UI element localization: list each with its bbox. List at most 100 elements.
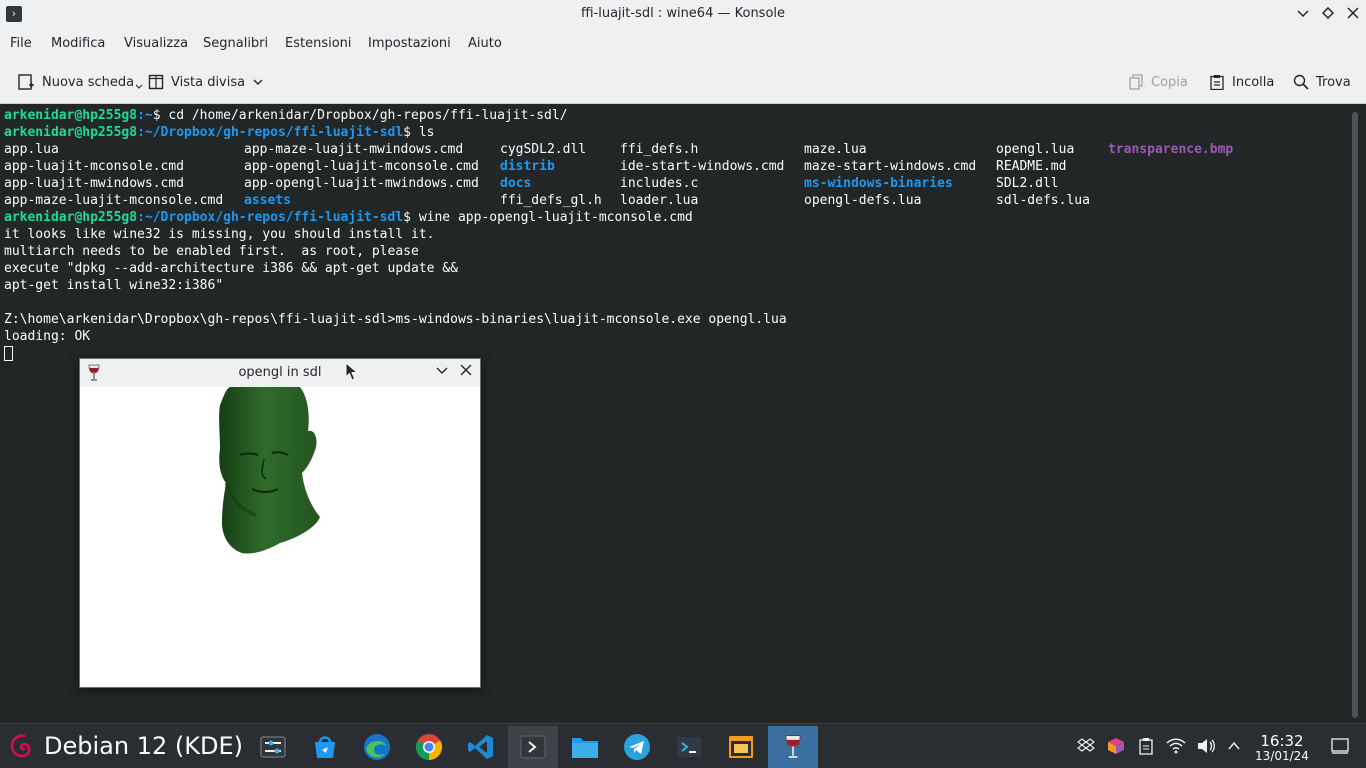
- ls-entry-dir: docs: [500, 176, 532, 191]
- ls-entry: app-opengl-luajit-mwindows.cmd: [244, 176, 479, 191]
- task-chrome[interactable]: [404, 726, 454, 768]
- terminal-line: execute "dpkg --add-architecture i386 &&…: [4, 261, 458, 276]
- ls-entry: ffi_defs_gl.h: [500, 193, 602, 208]
- paste-icon: [1210, 75, 1224, 90]
- menu-impostazioni[interactable]: Impostazioni: [368, 36, 451, 51]
- app-window-icon: [729, 736, 753, 758]
- ls-entry: includes.c: [620, 176, 699, 191]
- ls-entry: sdl-defs.lua: [996, 193, 1090, 208]
- task-telegram[interactable]: [612, 726, 662, 768]
- vscode-icon: [468, 735, 493, 759]
- task-settings[interactable]: [248, 726, 298, 768]
- taskbar: Debian 12 (KDE) 16:32 13/01/24: [0, 723, 1366, 768]
- terminal-cursor: [4, 346, 13, 361]
- window-titlebar[interactable]: › ffi-luajit-sdl : wine64 — Konsole: [0, 0, 1366, 30]
- show-desktop-icon: [1331, 738, 1349, 754]
- ls-entry: opengl.lua: [996, 142, 1075, 157]
- terminal-line: Z:\home\arkenidar\Dropbox\gh-repos\ffi-l…: [4, 312, 787, 327]
- task-files[interactable]: [560, 726, 610, 768]
- find-label: Trova: [1316, 74, 1351, 90]
- ls-entry: SDL2.dll: [996, 176, 1059, 191]
- ls-entry: app-luajit-mwindows.cmd: [4, 176, 185, 191]
- sdl-close-button[interactable]: [455, 362, 477, 384]
- terminal-line: apt-get install wine32:i386": [4, 278, 224, 293]
- wifi-icon: [1166, 738, 1186, 754]
- menu-modifica[interactable]: Modifica: [51, 36, 105, 51]
- chevron-down-icon: [436, 367, 448, 374]
- close-icon: [460, 364, 472, 376]
- task-konsole[interactable]: [508, 726, 558, 768]
- diamond-icon: [1321, 6, 1335, 20]
- clipboard-icon: [1139, 738, 1153, 755]
- head-model: [219, 387, 320, 554]
- ls-entry-dir: distrib: [500, 159, 555, 174]
- terminal-alt-icon: [677, 737, 701, 757]
- new-tab-button[interactable]: Nuova scheda: [17, 72, 143, 92]
- ls-entry-dir: assets: [244, 193, 291, 208]
- ls-entry: app.lua: [4, 142, 59, 157]
- tray-dropbox[interactable]: [1076, 736, 1096, 756]
- mouse-pointer-icon: [345, 362, 359, 381]
- split-view-icon: [148, 74, 164, 90]
- task-terminal-alt[interactable]: [664, 726, 714, 768]
- task-edge[interactable]: [352, 726, 402, 768]
- show-desktop-button[interactable]: [1330, 736, 1350, 756]
- task-wine-sdl[interactable]: [768, 726, 818, 768]
- copy-label: Copia: [1151, 74, 1188, 90]
- chevron-down-icon: [135, 84, 143, 89]
- close-icon: [1347, 7, 1359, 19]
- menu-file[interactable]: File: [10, 36, 32, 51]
- menu-segnalibri[interactable]: Segnalibri: [203, 36, 268, 51]
- chrome-icon: [415, 734, 443, 761]
- volume-icon: [1198, 739, 1215, 753]
- debian-swirl-icon[interactable]: [8, 732, 36, 760]
- sdl-window[interactable]: opengl in sdl: [79, 358, 481, 688]
- task-vscode[interactable]: [456, 726, 506, 768]
- ls-entry: app-maze-luajit-mconsole.cmd: [4, 193, 224, 208]
- telegram-icon: [624, 734, 650, 760]
- copy-icon: [1129, 74, 1143, 90]
- split-view-button[interactable]: Vista divisa: [148, 72, 264, 92]
- edge-icon: [364, 734, 390, 760]
- window-title: ffi-luajit-sdl : wine64 — Konsole: [580, 6, 786, 21]
- task-discover[interactable]: [300, 726, 350, 768]
- dropbox-icon: [1077, 738, 1095, 752]
- chevron-down-icon: [1297, 10, 1309, 18]
- clock-date[interactable]: 13/01/24: [1254, 749, 1310, 763]
- start-menu-label[interactable]: Debian 12 (KDE): [44, 732, 243, 760]
- clock-time[interactable]: 16:32: [1258, 732, 1306, 750]
- menu-bar: File Modifica Visualizza Segnalibri Este…: [0, 30, 1366, 58]
- ls-entry: maze-start-windows.cmd: [804, 159, 977, 174]
- ls-entry: app-maze-luajit-mwindows.cmd: [244, 142, 464, 157]
- terminal-scrollbar[interactable]: [1352, 112, 1358, 718]
- new-tab-label: Nuova scheda: [42, 74, 135, 90]
- menu-estensioni[interactable]: Estensioni: [285, 36, 352, 51]
- ls-entry-dir: ms-windows-binaries: [804, 176, 953, 191]
- find-button[interactable]: Trova: [1293, 72, 1351, 92]
- chevron-up-icon: [1228, 741, 1240, 750]
- tray-color-cube[interactable]: [1106, 736, 1126, 756]
- files-icon: [572, 738, 598, 758]
- menu-aiuto[interactable]: Aiuto: [468, 36, 502, 51]
- sdl-window-titlebar[interactable]: opengl in sdl: [80, 359, 480, 387]
- minimize-button[interactable]: [1292, 4, 1314, 26]
- ls-entry: ffi_defs.h: [620, 142, 699, 157]
- opengl-canvas[interactable]: [80, 387, 480, 687]
- paste-button[interactable]: Incolla: [1209, 72, 1274, 92]
- tray-volume[interactable]: [1196, 736, 1216, 756]
- sdl-minimize-button[interactable]: [431, 362, 453, 384]
- tray-clipboard[interactable]: [1136, 736, 1156, 756]
- maximize-button[interactable]: [1317, 4, 1339, 26]
- tray-expand[interactable]: [1224, 736, 1244, 756]
- paste-label: Incolla: [1232, 74, 1275, 90]
- settings-icon: [260, 736, 286, 758]
- copy-button[interactable]: Copia: [1128, 72, 1188, 92]
- ls-entry: README.md: [996, 159, 1067, 174]
- konsole-icon: [520, 735, 546, 759]
- menu-visualizza[interactable]: Visualizza: [124, 36, 188, 51]
- tray-wifi[interactable]: [1166, 736, 1186, 756]
- ls-entry: app-opengl-luajit-mconsole.cmd: [244, 159, 479, 174]
- task-app-window[interactable]: [716, 726, 766, 768]
- ls-entry: opengl-defs.lua: [804, 193, 922, 208]
- close-button[interactable]: [1342, 4, 1364, 26]
